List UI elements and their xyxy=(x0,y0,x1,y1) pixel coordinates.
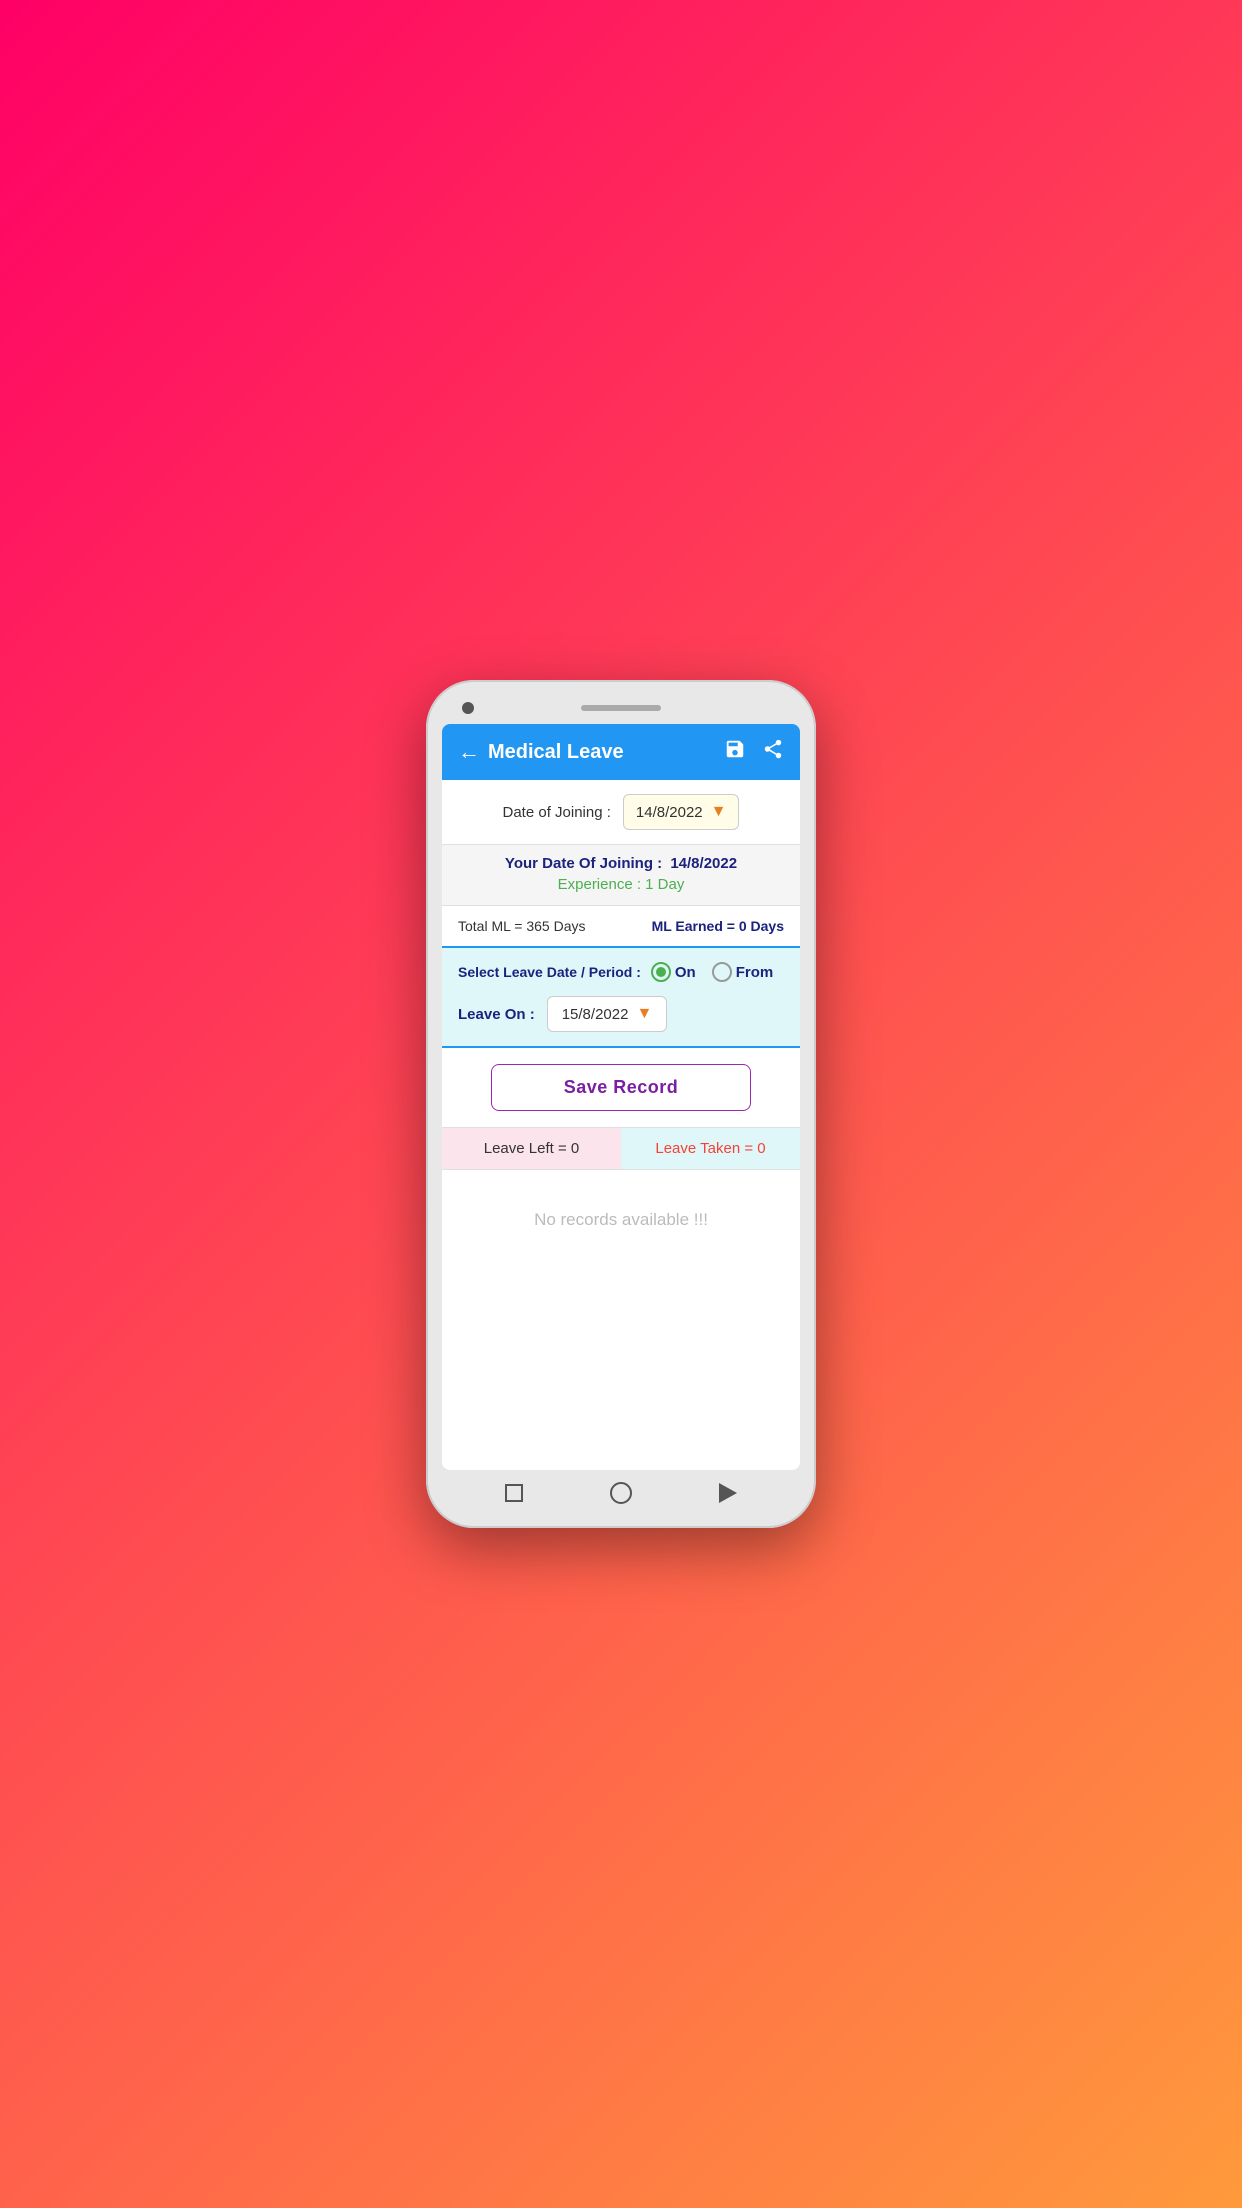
save-icon[interactable] xyxy=(724,738,746,766)
info-section: Your Date Of Joining : 14/8/2022 Experie… xyxy=(442,845,800,906)
app-header: ← Medical Leave xyxy=(442,724,800,780)
leave-selected-date: 15/8/2022 xyxy=(562,1006,629,1023)
speaker xyxy=(581,705,661,711)
phone-bottom-nav xyxy=(442,1470,800,1512)
phone-top-bar xyxy=(442,696,800,724)
doj-dropdown[interactable]: 14/8/2022 ▼ xyxy=(623,794,740,830)
header-icons xyxy=(724,738,784,766)
no-records-message: No records available !!! xyxy=(442,1170,800,1270)
doj-label: Date of Joining : xyxy=(503,804,611,821)
leave-date-section: Select Leave Date / Period : On From Lea… xyxy=(442,948,800,1048)
radio-from[interactable]: From xyxy=(712,962,774,982)
ml-earned-stat: ML Earned = 0 Days xyxy=(652,918,784,934)
phone-frame: ← Medical Leave Date of Joining : xyxy=(426,680,816,1528)
empty-space xyxy=(442,1270,800,1470)
radio-on-circle[interactable] xyxy=(651,962,671,982)
radio-from-circle[interactable] xyxy=(712,962,732,982)
doj-dropdown-arrow: ▼ xyxy=(711,803,727,821)
phone-screen: ← Medical Leave Date of Joining : xyxy=(442,724,800,1470)
back-button[interactable]: ← xyxy=(458,739,480,765)
leave-period-label: Select Leave Date / Period : xyxy=(458,964,641,980)
page-title: Medical Leave xyxy=(488,741,624,764)
save-record-button[interactable]: Save Record xyxy=(491,1064,751,1111)
leave-taken-box: Leave Taken = 0 xyxy=(621,1128,800,1169)
radio-on[interactable]: On xyxy=(651,962,696,982)
joining-date-info: Your Date Of Joining : 14/8/2022 xyxy=(458,855,784,872)
camera xyxy=(462,702,474,714)
leave-date-dropdown[interactable]: 15/8/2022 ▼ xyxy=(547,996,668,1032)
nav-home-button[interactable] xyxy=(610,1482,632,1504)
radio-on-label: On xyxy=(675,964,696,981)
doj-selected-date: 14/8/2022 xyxy=(636,804,703,821)
leave-left-box: Leave Left = 0 xyxy=(442,1128,621,1169)
experience-info: Experience : 1 Day xyxy=(458,876,784,893)
save-section: Save Record xyxy=(442,1048,800,1128)
leave-on-row: Leave On : 15/8/2022 ▼ xyxy=(458,996,784,1032)
ml-stats-row: Total ML = 365 Days ML Earned = 0 Days xyxy=(442,906,800,948)
leave-on-label: Leave On : xyxy=(458,1006,535,1023)
header-left: ← Medical Leave xyxy=(458,739,624,765)
doj-row: Date of Joining : 14/8/2022 ▼ xyxy=(442,780,800,845)
leave-dropdown-arrow: ▼ xyxy=(636,1005,652,1023)
nav-recent-button[interactable] xyxy=(719,1483,737,1503)
radio-from-label: From xyxy=(736,964,774,981)
total-ml-stat: Total ML = 365 Days xyxy=(458,918,586,934)
nav-back-button[interactable] xyxy=(505,1484,523,1502)
leave-stats-row: Leave Left = 0 Leave Taken = 0 xyxy=(442,1128,800,1170)
leave-period-row: Select Leave Date / Period : On From xyxy=(458,962,784,982)
radio-group: On From xyxy=(651,962,773,982)
share-icon[interactable] xyxy=(762,738,784,766)
